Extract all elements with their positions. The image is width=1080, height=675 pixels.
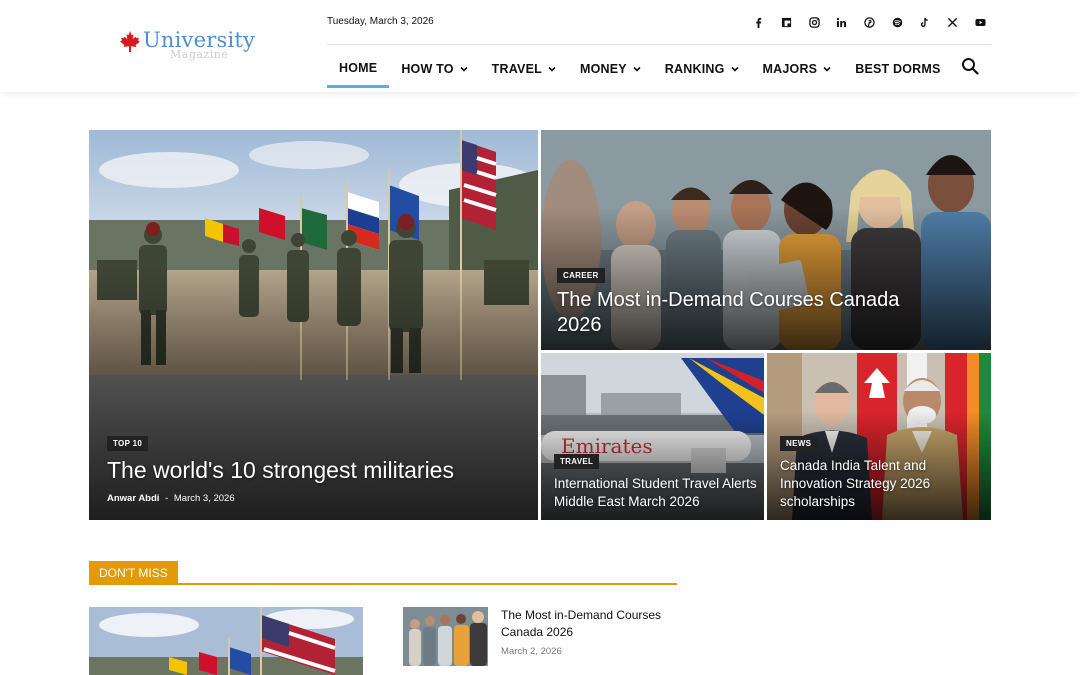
instagram-icon[interactable] bbox=[800, 12, 828, 32]
spotify-icon[interactable] bbox=[883, 12, 911, 32]
pinterest-icon[interactable] bbox=[856, 12, 884, 32]
section-rule bbox=[89, 583, 677, 585]
logo-subtitle: Magazine bbox=[170, 48, 229, 61]
article-title[interactable]: The world's 10 strongest militaries bbox=[107, 456, 527, 484]
chevron-down-icon bbox=[460, 66, 468, 72]
facebook-icon[interactable] bbox=[745, 12, 773, 32]
chevron-down-icon bbox=[730, 66, 739, 72]
meta-separator: - bbox=[165, 493, 169, 504]
side-article-date: March 2, 2026 bbox=[501, 646, 562, 657]
nav-label: BEST DORMS bbox=[855, 62, 941, 76]
hero-news-article[interactable]: NEWS Canada India Talent and Innovation … bbox=[767, 353, 991, 520]
nav-label: HOME bbox=[339, 60, 378, 75]
article-date: March 3, 2026 bbox=[173, 493, 235, 504]
article-author[interactable]: Anwar Abdi bbox=[107, 493, 159, 504]
hero-career-article[interactable]: CAREER The Most in-Demand Courses Canada… bbox=[541, 130, 991, 350]
nav-label: MONEY bbox=[579, 62, 627, 76]
nav-item-money[interactable]: MONEY bbox=[568, 50, 653, 88]
tiktok-icon[interactable] bbox=[911, 12, 939, 32]
x-icon[interactable] bbox=[939, 12, 967, 32]
nav-label: RANKING bbox=[664, 62, 725, 76]
maple-leaf-icon bbox=[120, 31, 140, 52]
category-badge[interactable]: NEWS bbox=[780, 436, 818, 451]
nav-label: HOW TO bbox=[401, 62, 454, 76]
chevron-down-icon bbox=[823, 66, 831, 72]
hero-travel-article[interactable]: Emirates TRAVEL International Student Tr… bbox=[541, 353, 764, 520]
category-badge[interactable]: TRAVEL bbox=[554, 454, 600, 469]
side-article-title[interactable]: The Most in-Demand Courses Canada 2026 bbox=[501, 607, 676, 641]
site-header: University Magazine Tuesday, March 3, 20… bbox=[0, 0, 1080, 92]
category-badge[interactable]: CAREER bbox=[557, 268, 605, 283]
flipboard-icon[interactable] bbox=[773, 12, 801, 32]
article-meta: Anwar Abdi - March 3, 2026 bbox=[107, 493, 235, 504]
nav-label: MAJORS bbox=[762, 62, 818, 76]
hero-main-article[interactable]: TOP 10 The world's 10 strongest militari… bbox=[89, 130, 538, 520]
section-label-dont-miss: DON'T MISS bbox=[89, 561, 178, 585]
dont-miss-featured-image[interactable] bbox=[89, 607, 363, 675]
site-logo[interactable]: University Magazine bbox=[118, 28, 258, 64]
article-title[interactable]: The Most in-Demand Courses Canada 2026 bbox=[557, 288, 937, 338]
nav-item-home[interactable]: HOME bbox=[327, 50, 390, 88]
chevron-down-icon bbox=[548, 66, 556, 72]
nav-item-ranking[interactable]: RANKING bbox=[653, 50, 751, 88]
military-parade-thumb bbox=[89, 607, 363, 675]
linkedin-icon[interactable] bbox=[828, 12, 856, 32]
search-icon[interactable] bbox=[961, 57, 979, 75]
header-divider bbox=[327, 44, 991, 45]
article-title[interactable]: International Student Travel Alerts Midd… bbox=[554, 475, 759, 511]
dont-miss-side-thumb[interactable] bbox=[403, 607, 488, 666]
nav-label: TRAVEL bbox=[491, 62, 542, 76]
category-badge[interactable]: TOP 10 bbox=[107, 436, 149, 451]
main-nav: HOME HOW TO TRAVEL MONEY RANKING MAJORS … bbox=[327, 50, 953, 90]
youtube-icon[interactable] bbox=[967, 12, 995, 32]
nav-item-travel[interactable]: TRAVEL bbox=[480, 50, 568, 88]
chevron-down-icon bbox=[633, 66, 641, 72]
nav-item-how-to[interactable]: HOW TO bbox=[389, 50, 479, 88]
header-date: Tuesday, March 3, 2026 bbox=[327, 16, 434, 27]
nav-item-best-dorms[interactable]: BEST DORMS bbox=[843, 50, 952, 88]
nav-item-majors[interactable]: MAJORS bbox=[751, 50, 844, 88]
students-group-thumb bbox=[403, 607, 488, 666]
article-title[interactable]: Canada India Talent and Innovation Strat… bbox=[780, 457, 985, 511]
social-links bbox=[745, 12, 994, 32]
